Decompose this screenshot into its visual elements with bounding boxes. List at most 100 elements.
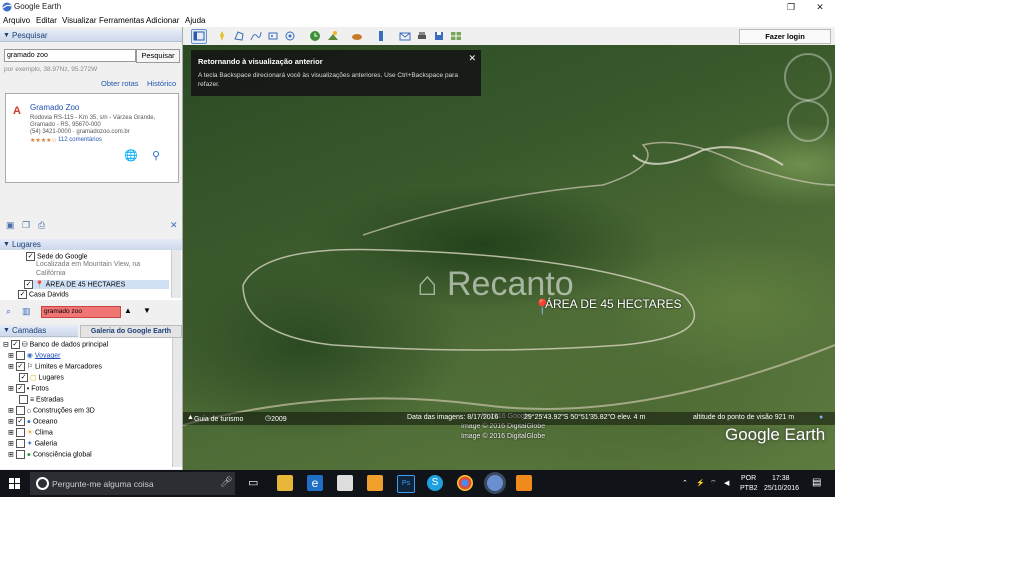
- menu-adicionar[interactable]: Adicionar: [146, 16, 179, 25]
- email-button[interactable]: [397, 29, 413, 44]
- checkbox[interactable]: [19, 395, 28, 404]
- file-explorer-icon[interactable]: [277, 475, 293, 491]
- checkbox[interactable]: [15, 428, 25, 437]
- language-indicator[interactable]: POR: [741, 475, 756, 482]
- tray-wifi-icon[interactable]: ⌔: [710, 479, 717, 488]
- layer-photos[interactable]: ⊞ ✓ ▪ Fotos: [8, 384, 49, 393]
- add-path-button[interactable]: [248, 29, 264, 44]
- layers-panel-header[interactable]: ▼ Camadas: [0, 325, 78, 337]
- navigation-move-control[interactable]: [787, 100, 829, 142]
- folder-icon[interactable]: ▣: [6, 220, 15, 231]
- add-placemark-button[interactable]: [214, 29, 230, 44]
- store-icon[interactable]: [337, 475, 353, 491]
- places-scrollbar[interactable]: [171, 250, 181, 298]
- search-button[interactable]: Pesquisar: [136, 49, 180, 63]
- menu-ferramentas[interactable]: Ferramentas: [99, 16, 144, 25]
- historical-year[interactable]: ◷ 2009: [265, 414, 287, 423]
- clock-time[interactable]: 17:38: [772, 475, 790, 482]
- checkbox[interactable]: ✓: [19, 373, 28, 382]
- office-icon[interactable]: [516, 475, 532, 491]
- checkbox[interactable]: [15, 406, 25, 415]
- checkbox[interactable]: [15, 439, 25, 448]
- login-button[interactable]: Fazer login: [739, 29, 831, 44]
- layer-3d-buildings[interactable]: ⊞ ⌂ Construções em 3D: [8, 406, 95, 415]
- menu-editar[interactable]: Editar: [36, 16, 57, 25]
- sun-button[interactable]: [325, 29, 341, 44]
- layer-borders[interactable]: ⊞ ✓ ⚐ Limites e Marcadores: [8, 362, 102, 371]
- photo-app-icon[interactable]: [367, 475, 383, 491]
- place-item-area[interactable]: ✓ 📍 ÁREA DE 45 HECTARES: [24, 280, 169, 289]
- checkbox[interactable]: ✓: [26, 252, 35, 261]
- checkbox[interactable]: ✓: [15, 384, 25, 393]
- placemark-label[interactable]: ÁREA DE 45 HECTARES: [545, 297, 682, 311]
- edge-icon[interactable]: e: [307, 475, 323, 491]
- checkbox[interactable]: ✓: [24, 280, 33, 289]
- search-icon[interactable]: ⌕: [6, 306, 11, 317]
- layer-roads[interactable]: ≡ Estradas: [19, 395, 64, 404]
- print-button[interactable]: [414, 29, 430, 44]
- arrow-up-icon[interactable]: ▲: [124, 306, 132, 315]
- checkbox[interactable]: ✓: [15, 417, 25, 426]
- planets-button[interactable]: [349, 29, 365, 44]
- layer-gallery[interactable]: ⊞ ✦ Galeria: [8, 439, 57, 448]
- search-result-card[interactable]: A Gramado Zoo Rodovia RS-115 - Km 35, s/…: [5, 93, 179, 183]
- layer-weather[interactable]: ⊞ ☀ Clima: [8, 428, 53, 437]
- places-search-input[interactable]: gramado zoo: [41, 306, 121, 318]
- record-tour-button[interactable]: [282, 29, 298, 44]
- checkbox[interactable]: ✓: [15, 362, 25, 371]
- taskbar-search-box[interactable]: Pergunte-me alguma coisa 🎤︎: [30, 472, 235, 495]
- restore-button[interactable]: ❐: [781, 0, 801, 14]
- menu-visualizar[interactable]: Visualizar: [62, 16, 97, 25]
- clear-results-icon[interactable]: ✕: [170, 220, 178, 231]
- earth-3d-view[interactable]: Retornando à visualização anterior A tec…: [183, 45, 835, 470]
- earth-gallery-button[interactable]: Galeria do Google Earth: [80, 325, 182, 338]
- location-pin-icon[interactable]: ⚲: [152, 149, 160, 162]
- layers-scrollbar[interactable]: [172, 338, 182, 467]
- keyboard-layout[interactable]: PTB2: [740, 485, 758, 492]
- checkbox[interactable]: [15, 351, 25, 360]
- photoshop-icon[interactable]: Ps: [397, 475, 415, 493]
- close-button[interactable]: ✕: [810, 0, 830, 14]
- layer-global-awareness[interactable]: ⊞ ● Consciência global: [8, 450, 92, 459]
- save-image-button[interactable]: [431, 29, 447, 44]
- reviews-link[interactable]: 112 comentários: [58, 137, 102, 143]
- tray-volume-icon[interactable]: ◀: [724, 479, 729, 487]
- copy-icon[interactable]: ❐: [22, 220, 30, 231]
- get-directions-link[interactable]: Obter rotas: [101, 79, 139, 88]
- panel-icon[interactable]: ▥: [22, 306, 31, 317]
- layer-ocean[interactable]: ⊞ ✓ ● Oceano: [8, 417, 57, 426]
- tray-network-icon[interactable]: ⚡: [696, 479, 705, 487]
- notice-close-icon[interactable]: ✕: [468, 53, 476, 64]
- sidebar-toggle-button[interactable]: [191, 29, 207, 44]
- add-image-overlay-button[interactable]: [265, 29, 281, 44]
- navigation-look-control[interactable]: [784, 53, 832, 101]
- tour-guide-toggle[interactable]: ▲ Guia de turismo: [187, 414, 243, 423]
- menu-ajuda[interactable]: Ajuda: [185, 16, 205, 25]
- arrow-down-icon[interactable]: ▼: [143, 306, 151, 315]
- checkbox[interactable]: [15, 450, 25, 459]
- microphone-icon[interactable]: 🎤︎: [220, 477, 233, 488]
- skype-icon[interactable]: S: [427, 475, 443, 491]
- chrome-icon[interactable]: [457, 475, 473, 491]
- clock-date[interactable]: 25/10/2016: [764, 485, 799, 492]
- historical-imagery-button[interactable]: [307, 29, 323, 44]
- add-polygon-button[interactable]: [231, 29, 247, 44]
- task-view-icon[interactable]: ▭: [248, 476, 258, 489]
- search-input[interactable]: gramado zoo: [4, 49, 136, 62]
- ruler-button[interactable]: [373, 29, 389, 44]
- checkbox[interactable]: ✓: [10, 340, 20, 349]
- search-panel-header[interactable]: ▼ Pesquisar: [0, 30, 182, 42]
- tray-chevron-icon[interactable]: ⌃: [682, 479, 688, 487]
- maps-button[interactable]: [448, 29, 464, 44]
- place-item-google-hq[interactable]: ✓ Sede do Google: [26, 252, 88, 261]
- result-name[interactable]: Gramado Zoo: [30, 103, 79, 112]
- history-link[interactable]: Histórico: [147, 79, 176, 88]
- layer-primary-db[interactable]: ⊟ ✓ ⛁ Banco de dados principal: [3, 340, 108, 349]
- globe-icon[interactable]: 🌐: [124, 149, 138, 162]
- notifications-icon[interactable]: ▤: [812, 477, 821, 488]
- layer-voyager[interactable]: ⊞ ◉ Voyager: [8, 351, 61, 360]
- checkbox[interactable]: ✓: [18, 290, 27, 299]
- print-icon[interactable]: ⎙: [38, 220, 45, 231]
- windows-start-icon[interactable]: [9, 478, 20, 489]
- menu-arquivo[interactable]: Arquivo: [3, 16, 30, 25]
